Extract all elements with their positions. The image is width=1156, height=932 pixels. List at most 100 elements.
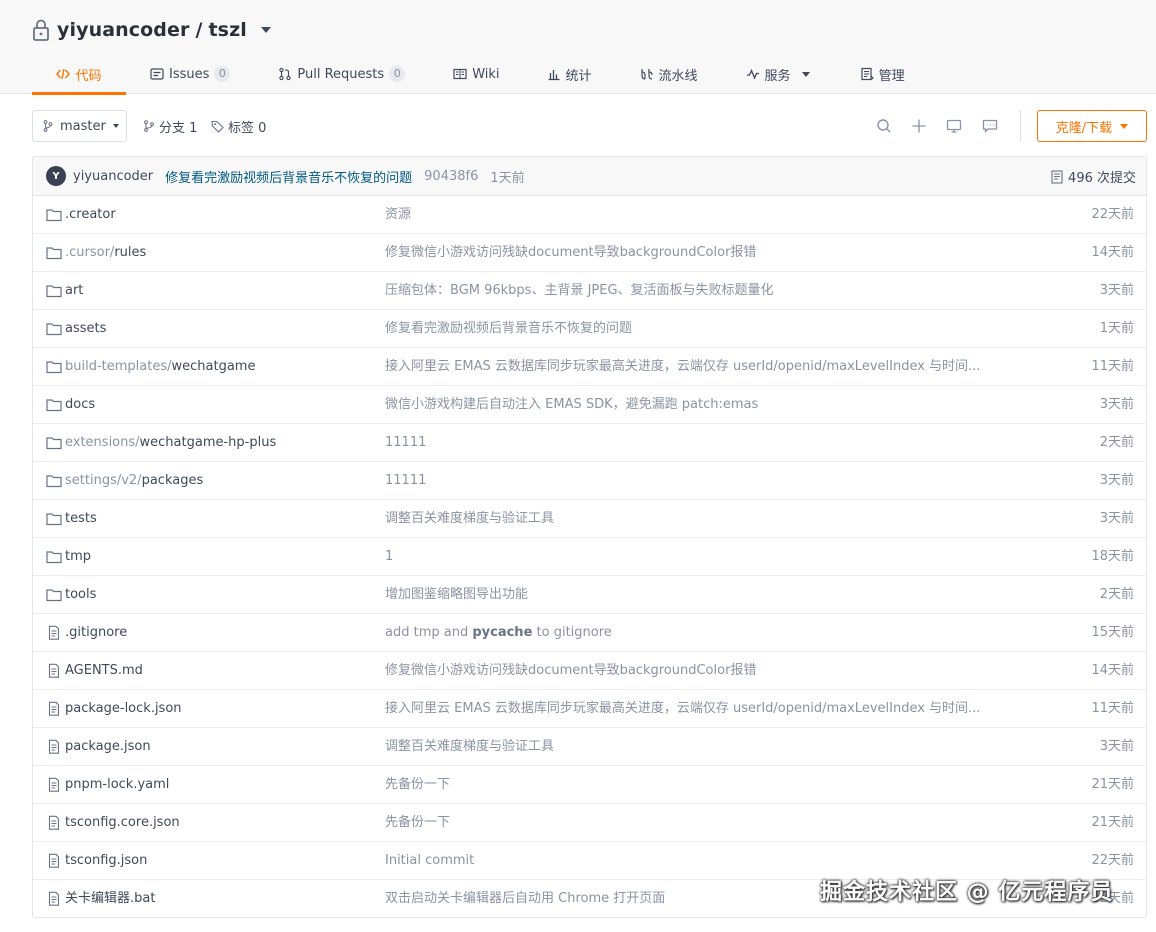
table-row[interactable]: tsconfig.core.json 先备份一下 21天前 <box>33 804 1146 842</box>
search-icon[interactable] <box>874 116 894 136</box>
file-name-link[interactable]: tsconfig.core.json <box>65 804 180 842</box>
last-commit-message[interactable]: 11111 <box>385 424 426 462</box>
table-row[interactable]: package-lock.json 接入阿里云 EMAS 云数据库同步玩家最高关进… <box>33 690 1146 728</box>
table-row[interactable]: package.json 调整百关难度梯度与验证工具 3天前 <box>33 728 1146 766</box>
file-name-link[interactable]: tmp <box>65 538 91 576</box>
web-ide-icon[interactable] <box>944 116 964 136</box>
file-name-link[interactable]: settings/v2/packages <box>65 462 203 500</box>
file-name-link[interactable]: package-lock.json <box>65 690 182 728</box>
file-name-link[interactable]: .cursor/rules <box>65 234 146 272</box>
last-commit-message[interactable]: 增加图鉴缩略图导出功能 <box>385 576 528 614</box>
last-commit-message[interactable]: 接入阿里云 EMAS 云数据库同步玩家最高关进度，云端仅存 userId/ope… <box>385 348 980 386</box>
avatar[interactable]: Y <box>46 166 66 186</box>
table-row[interactable]: AGENTS.md 修复微信小游戏访问残缺document导致background… <box>33 652 1146 690</box>
last-commit-message[interactable]: 修复微信小游戏访问残缺document导致backgroundColor报错 <box>385 234 756 272</box>
repo-title[interactable]: yiyuancoder / tszl <box>31 16 271 44</box>
tab-code[interactable]: 代码 <box>32 54 126 95</box>
file-name-link[interactable]: .gitignore <box>65 614 127 652</box>
table-row[interactable]: settings/v2/packages 11111 3天前 <box>33 462 1146 500</box>
file-name-link[interactable]: 关卡编辑器.bat <box>65 880 155 917</box>
tab-stats[interactable]: 统计 <box>547 54 592 94</box>
last-commit-message[interactable]: 接入阿里云 EMAS 云数据库同步玩家最高关进度，云端仅存 userId/ope… <box>385 690 980 728</box>
folder-icon <box>46 209 62 222</box>
last-commit-message[interactable]: 微信小游戏构建后自动注入 EMAS SDK，避免漏跑 patch:emas <box>385 386 758 424</box>
file-name-link[interactable]: docs <box>65 386 95 424</box>
last-commit-message[interactable]: 1 <box>385 538 393 576</box>
commit-msg-text: 修复看完激励视频后背景音乐不恢复的问题 <box>385 321 633 336</box>
file-name-link[interactable]: tsconfig.json <box>65 842 147 880</box>
repo-owner[interactable]: yiyuancoder <box>57 19 189 41</box>
file-name-link[interactable]: art <box>65 272 83 310</box>
tab-label: 统计 <box>565 68 592 84</box>
commit-msg-text: 接入阿里云 EMAS 云数据库同步玩家最高关进度，云端仅存 userId/ope… <box>385 359 981 374</box>
commit-msg-text: 压缩包体：BGM 96kbps、主背景 JPEG、复活面板与失败标题量化 <box>385 283 774 298</box>
last-commit-message[interactable]: 调整百关难度梯度与验证工具 <box>385 728 554 766</box>
last-commit-message[interactable]: 11111 <box>385 462 426 500</box>
file-name-link[interactable]: package.json <box>65 728 151 766</box>
comment-icon[interactable] <box>980 116 1000 136</box>
file-name-link[interactable]: tests <box>65 500 97 538</box>
last-commit-time: 3天前 <box>1099 739 1134 754</box>
commit-message[interactable]: 修复看完激励视频后背景音乐不恢复的问题 <box>165 167 412 186</box>
branch-selector[interactable]: master <box>32 110 127 142</box>
table-row[interactable]: docs 微信小游戏构建后自动注入 EMAS SDK，避免漏跑 patch:ema… <box>33 386 1146 424</box>
file-name-link[interactable]: pnpm-lock.yaml <box>65 766 169 804</box>
file-name: wechatgame <box>171 359 256 374</box>
branches-link[interactable]: 分支 1 <box>143 110 197 142</box>
last-commit-message[interactable]: 修复微信小游戏访问残缺document导致backgroundColor报错 <box>385 652 756 690</box>
tab-wiki[interactable]: Wiki <box>453 54 500 94</box>
table-row[interactable]: art 压缩包体：BGM 96kbps、主背景 JPEG、复活面板与失败标题量化 3… <box>33 272 1146 310</box>
last-commit-message[interactable]: 先备份一下 <box>385 804 450 842</box>
commit-msg-text: 11111 <box>385 473 427 488</box>
folder-icon <box>46 247 62 260</box>
last-commit-message[interactable]: 资源 <box>385 196 411 234</box>
last-commit-message[interactable]: 修复看完激励视频后背景音乐不恢复的问题 <box>385 310 632 348</box>
commit-sha[interactable]: 90438f6 <box>424 169 478 184</box>
last-commit-message[interactable]: 先备份一下 <box>385 766 450 804</box>
table-row[interactable]: pnpm-lock.yaml 先备份一下 21天前 <box>33 766 1146 804</box>
file-name-link[interactable]: tools <box>65 576 96 614</box>
table-row[interactable]: tmp 1 18天前 <box>33 538 1146 576</box>
file-name-link[interactable]: assets <box>65 310 106 348</box>
last-commit-time: 3天前 <box>1099 473 1134 488</box>
tab-manage[interactable]: 管理 <box>860 54 905 94</box>
tab-pull-requests[interactable]: Pull Requests 0 <box>278 54 406 94</box>
last-commit-message[interactable]: add tmp and pycache to gitignore <box>385 614 612 652</box>
file-name-link[interactable]: .creator <box>65 196 116 234</box>
table-row[interactable]: extensions/wechatgame-hp-plus 11111 2天前 <box>33 424 1146 462</box>
table-row[interactable]: .gitignore add tmp and pycache to gitigno… <box>33 614 1146 652</box>
last-commit-message[interactable]: Initial commit <box>385 842 474 880</box>
folder-icon <box>46 323 62 336</box>
commit-msg-text: 双击启动关卡编辑器后自动用 Chrome 打开页面 <box>385 891 666 906</box>
tab-label: Pull Requests <box>297 66 385 82</box>
repo-name[interactable]: tszl <box>208 19 246 41</box>
tab-label: 管理 <box>878 68 905 84</box>
last-commit-message[interactable]: 压缩包体：BGM 96kbps、主背景 JPEG、复活面板与失败标题量化 <box>385 272 774 310</box>
commit-author[interactable]: yiyuancoder <box>73 169 153 184</box>
tab-pipeline[interactable]: 流水线 <box>640 54 698 94</box>
stats-icon <box>548 70 560 81</box>
clone-download-button[interactable]: 克隆/下载 <box>1037 110 1147 142</box>
commit-count-link[interactable]: 496 次提交 <box>1051 157 1136 196</box>
file-name-link[interactable]: AGENTS.md <box>65 652 143 690</box>
add-file-icon[interactable] <box>909 116 929 136</box>
lock-icon <box>33 19 49 41</box>
tab-issues[interactable]: Issues 0 <box>150 54 231 94</box>
tags-link[interactable]: 标签 0 <box>211 110 266 142</box>
table-row[interactable]: tools 增加图鉴缩略图导出功能 2天前 <box>33 576 1146 614</box>
folder-icon <box>46 399 62 412</box>
file-name-link[interactable]: build-templates/wechatgame <box>65 348 255 386</box>
file-name-link[interactable]: extensions/wechatgame-hp-plus <box>65 424 276 462</box>
last-commit-message[interactable]: 双击启动关卡编辑器后自动用 Chrome 打开页面 <box>385 880 666 917</box>
last-commit-message[interactable]: 调整百关难度梯度与验证工具 <box>385 500 554 538</box>
manage-icon <box>860 67 874 81</box>
tab-services[interactable]: 服务 <box>746 54 810 94</box>
table-row[interactable]: assets 修复看完激励视频后背景音乐不恢复的问题 1天前 <box>33 310 1146 348</box>
service-icon <box>746 68 759 80</box>
file-name: package.json <box>65 739 151 754</box>
table-row[interactable]: .cursor/rules 修复微信小游戏访问残缺document导致backgr… <box>33 234 1146 272</box>
table-row[interactable]: build-templates/wechatgame 接入阿里云 EMAS 云数据… <box>33 348 1146 386</box>
table-row[interactable]: .creator 资源 22天前 <box>33 196 1146 234</box>
table-row[interactable]: tests 调整百关难度梯度与验证工具 3天前 <box>33 500 1146 538</box>
chevron-down-icon[interactable] <box>260 27 271 33</box>
